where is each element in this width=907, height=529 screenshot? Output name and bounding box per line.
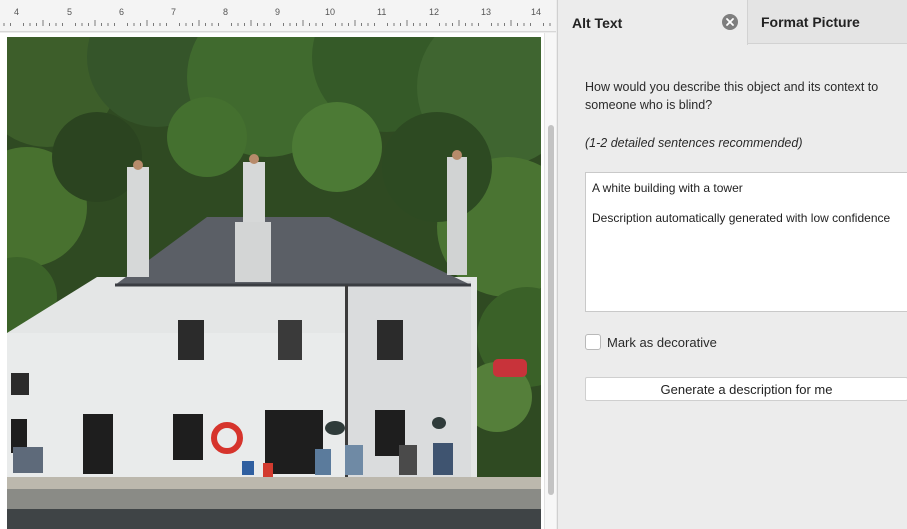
mark-decorative-checkbox[interactable] bbox=[585, 334, 601, 350]
ruler-number: 8 bbox=[223, 7, 229, 17]
alt-text-pane: Alt Text Format Picture How would you de… bbox=[557, 0, 907, 529]
ruler-number: 6 bbox=[119, 7, 125, 17]
mark-decorative-row[interactable]: Mark as decorative bbox=[585, 332, 717, 352]
ruler-number: 13 bbox=[481, 7, 492, 17]
house-photo bbox=[7, 37, 541, 529]
tab-format-picture-label: Format Picture bbox=[761, 14, 860, 30]
ruler-number: 11 bbox=[377, 7, 387, 17]
ruler-number: 12 bbox=[429, 7, 440, 17]
vertical-scrollbar[interactable] bbox=[544, 33, 556, 529]
close-icon-glyph bbox=[726, 18, 734, 26]
document-canvas[interactable] bbox=[0, 33, 556, 529]
close-icon[interactable] bbox=[722, 14, 738, 30]
selected-picture[interactable] bbox=[7, 37, 541, 529]
ruler-number: 10 bbox=[325, 7, 336, 17]
ruler-number: 7 bbox=[171, 7, 177, 17]
ruler-number: 5 bbox=[67, 7, 73, 17]
alt-text-description: A white building with a tower bbox=[592, 181, 743, 195]
tab-alt-text-label: Alt Text bbox=[572, 14, 623, 31]
ruler-number: 14 bbox=[531, 7, 542, 17]
tab-format-picture[interactable]: Format Picture bbox=[749, 0, 907, 44]
pane-tab-bar: Alt Text Format Picture bbox=[558, 0, 907, 45]
ruler-number: 4 bbox=[14, 7, 20, 17]
mark-decorative-label: Mark as decorative bbox=[607, 334, 717, 350]
alt-text-generated-note: Description automatically generated with… bbox=[592, 211, 891, 225]
alt-text-field[interactable]: A white building with a tower Descriptio… bbox=[585, 172, 907, 312]
generate-description-button[interactable]: Generate a description for me bbox=[585, 377, 907, 401]
ruler-number: 9 bbox=[275, 7, 281, 17]
tab-alt-text[interactable]: Alt Text bbox=[558, 0, 748, 45]
horizontal-ruler[interactable]: 4 5 6 7 8 9 10 11 12 13 14 bbox=[0, 0, 556, 32]
word-window: 4 5 6 7 8 9 10 11 12 13 14 Alt Text Form… bbox=[0, 0, 907, 529]
alt-text-prompt: How would you describe this object and i… bbox=[585, 80, 879, 112]
scrollbar-thumb[interactable] bbox=[548, 125, 554, 495]
alt-text-hint: (1-2 detailed sentences recommended) bbox=[585, 136, 803, 150]
